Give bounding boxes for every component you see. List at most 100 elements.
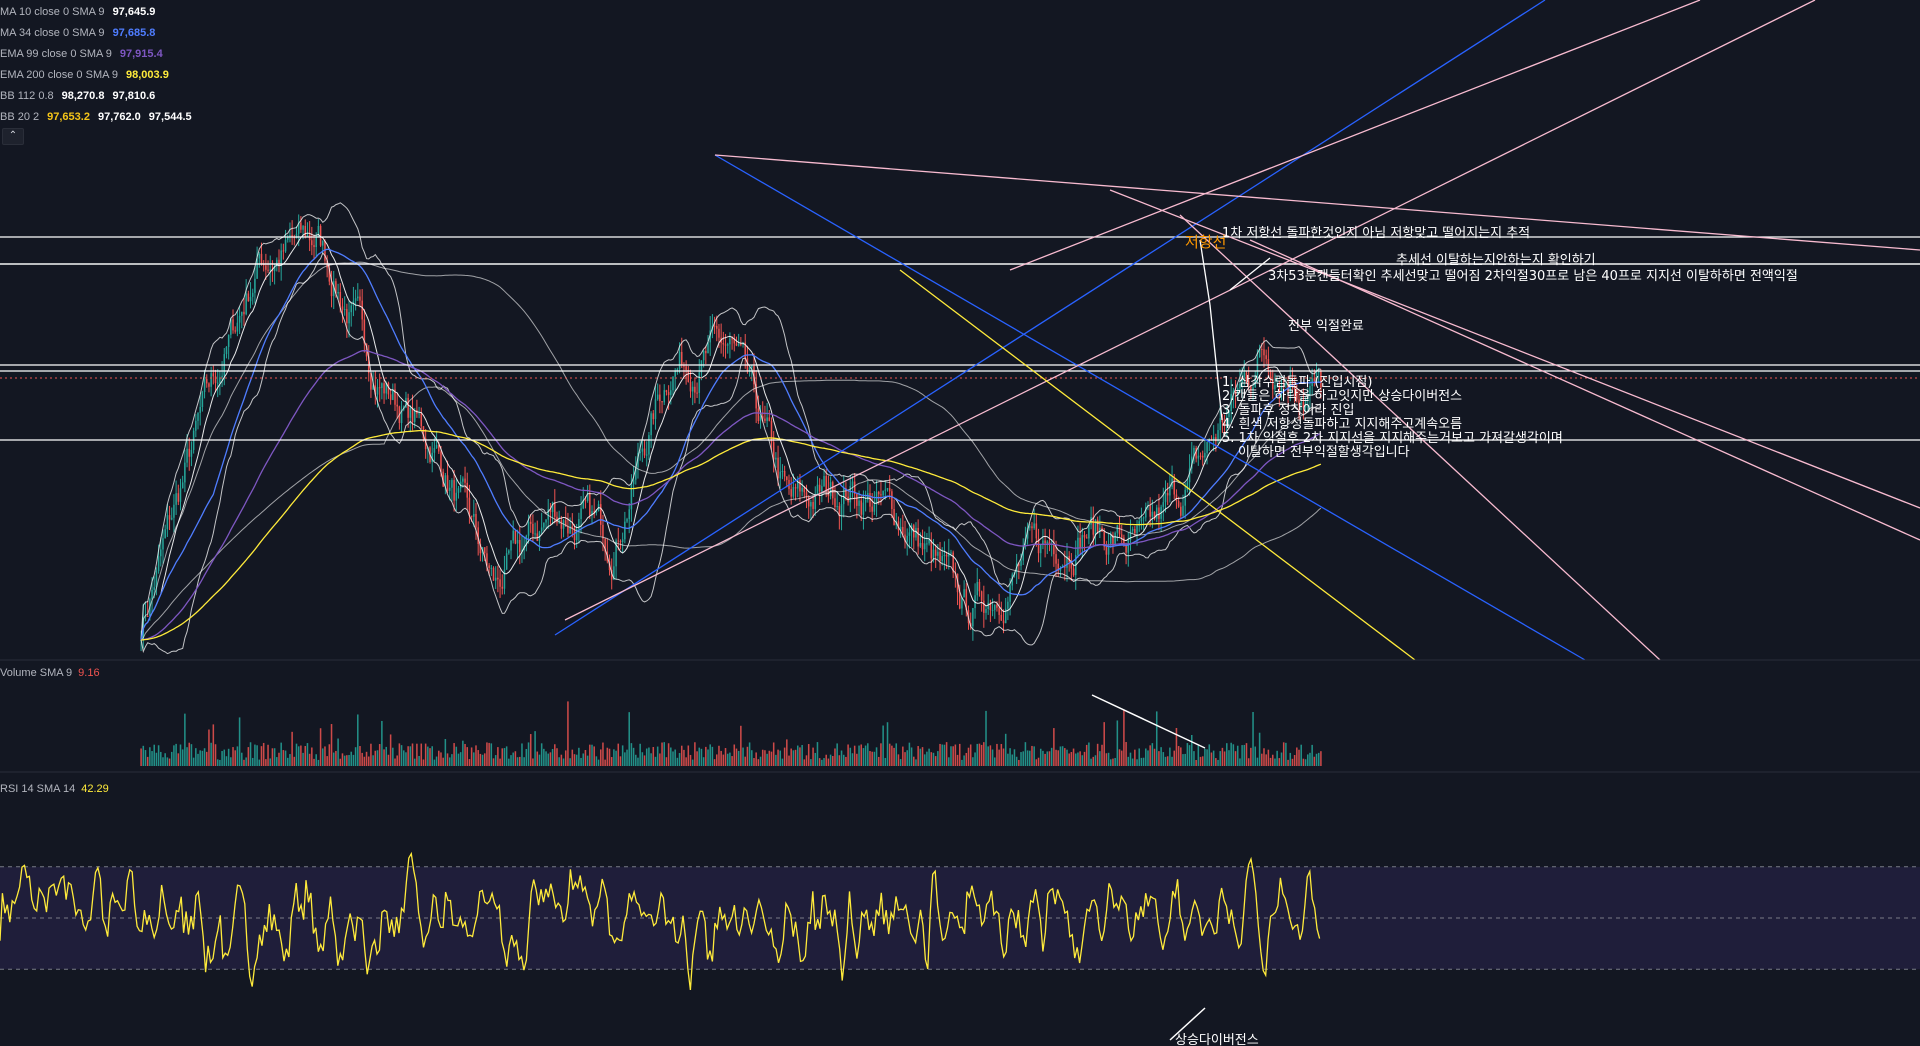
- volume-bar: [230, 757, 232, 766]
- volume-bar: [483, 753, 486, 766]
- volume-bar: [1066, 749, 1068, 766]
- volume-bar: [893, 747, 895, 766]
- volume-bar: [1309, 752, 1311, 766]
- volume-bar: [1256, 757, 1259, 766]
- volume-bar: [985, 710, 987, 766]
- volume-bar: [867, 743, 869, 766]
- volume-bar: [910, 747, 913, 766]
- volume-bar: [814, 752, 817, 766]
- volume-bar: [586, 755, 589, 766]
- volume-bar: [845, 756, 847, 766]
- candle-body: [667, 392, 670, 396]
- candle-body: [812, 502, 814, 509]
- candle-body: [269, 269, 272, 271]
- volume-bar: [1173, 750, 1176, 766]
- candle-body: [751, 365, 753, 368]
- volume-bar: [1118, 749, 1121, 766]
- candle-body: [805, 492, 808, 497]
- rsi-legend: RSI 14 SMA 14 42.29: [0, 783, 109, 795]
- candle-body: [740, 343, 742, 345]
- candle-body: [926, 543, 928, 545]
- volume-bar: [560, 754, 563, 766]
- volume-bar: [864, 745, 867, 766]
- volume-bar: [578, 747, 580, 766]
- volume-bar: [1164, 756, 1167, 766]
- legend-row[interactable]: MA 10 close 0 SMA 9 97,645.9: [0, 2, 192, 23]
- legend-row[interactable]: EMA 200 close 0 SMA 9 98,003.9: [0, 65, 192, 86]
- volume-bar: [976, 743, 979, 766]
- volume-bar: [689, 754, 692, 766]
- candle-body: [803, 487, 806, 493]
- volume-bar: [823, 758, 825, 766]
- volume-bar: [1274, 758, 1276, 766]
- candle-body: [543, 522, 545, 528]
- legend-indicator-value: 97,653.2: [47, 111, 90, 123]
- candle-body: [418, 413, 420, 415]
- candle-body: [179, 488, 182, 502]
- candle-body: [203, 378, 206, 393]
- volume-bar: [1024, 742, 1027, 766]
- annotation-note: 추세선 이탈하는지안하는지 확인하기: [1396, 253, 1596, 268]
- candle-body: [860, 500, 863, 515]
- volume-bar: [140, 748, 142, 766]
- volume-bar: [475, 745, 477, 766]
- candle-body: [775, 457, 777, 460]
- volume-bar: [1099, 751, 1101, 766]
- volume-bar: [847, 744, 849, 766]
- candle-body: [1105, 546, 1108, 555]
- legend-row[interactable]: MA 34 close 0 SMA 9 97,685.8: [0, 23, 192, 44]
- collapse-legend-button[interactable]: ⌃: [2, 128, 24, 145]
- volume-bar: [378, 744, 381, 766]
- candle-body: [1053, 543, 1055, 555]
- legend-row[interactable]: BB 112 0.8 98,270.8 97,810.6: [0, 86, 192, 107]
- chart-canvas[interactable]: 저항선1차 저항선 돌파한것인지 아님 저항맞고 떨어지는지 추적추세선 이탈하…: [0, 0, 1920, 1046]
- legend-row[interactable]: BB 20 2 97,653.2 97,762.0 97,544.5: [0, 107, 192, 128]
- volume-bar: [1092, 756, 1095, 766]
- candle-body: [978, 581, 981, 592]
- volume-bar: [357, 714, 359, 766]
- volume-bar: [737, 750, 740, 766]
- candle-body: [464, 478, 466, 483]
- volume-bar: [991, 749, 994, 766]
- volume-bar: [934, 756, 937, 766]
- volume-bar: [367, 756, 370, 766]
- volume-bar: [796, 745, 799, 766]
- volume-bar: [146, 756, 149, 766]
- candle-body: [1149, 506, 1151, 517]
- volume-bar: [630, 743, 633, 766]
- volume-bar: [869, 751, 871, 766]
- volume-bar: [1250, 747, 1252, 766]
- volume-bar: [1072, 748, 1075, 766]
- volume-bar: [389, 734, 392, 766]
- volume-bar: [453, 743, 455, 766]
- volume-bar: [442, 757, 444, 766]
- volume-bar: [1015, 756, 1018, 766]
- candle-body: [199, 407, 201, 413]
- volume-bar: [792, 750, 795, 766]
- volume-bar: [205, 751, 208, 766]
- candle-body: [170, 517, 173, 520]
- candle-body: [153, 587, 155, 590]
- volume-bar: [328, 744, 331, 766]
- volume-bar: [532, 758, 534, 766]
- candle-body: [648, 435, 650, 455]
- volume-bar: [238, 717, 241, 766]
- candle-body: [886, 488, 889, 490]
- volume-bar: [996, 743, 998, 766]
- candle-body: [663, 390, 666, 403]
- candle-body: [508, 550, 510, 554]
- candle-body: [943, 554, 946, 557]
- candle-body: [249, 296, 252, 302]
- volume-bar: [816, 742, 819, 766]
- candle-body: [832, 482, 834, 499]
- volume-bar: [383, 749, 385, 766]
- candle-body: [659, 394, 661, 402]
- volume-bar: [1125, 742, 1127, 766]
- candle-body: [783, 470, 786, 477]
- legend-row[interactable]: EMA 99 close 0 SMA 9 97,915.4: [0, 44, 192, 65]
- volume-bar: [838, 755, 841, 766]
- legend-indicator-name: BB 112 0.8: [0, 90, 54, 102]
- volume-bar: [963, 755, 965, 766]
- volume-bar: [431, 746, 433, 766]
- volume-bar: [1112, 758, 1114, 766]
